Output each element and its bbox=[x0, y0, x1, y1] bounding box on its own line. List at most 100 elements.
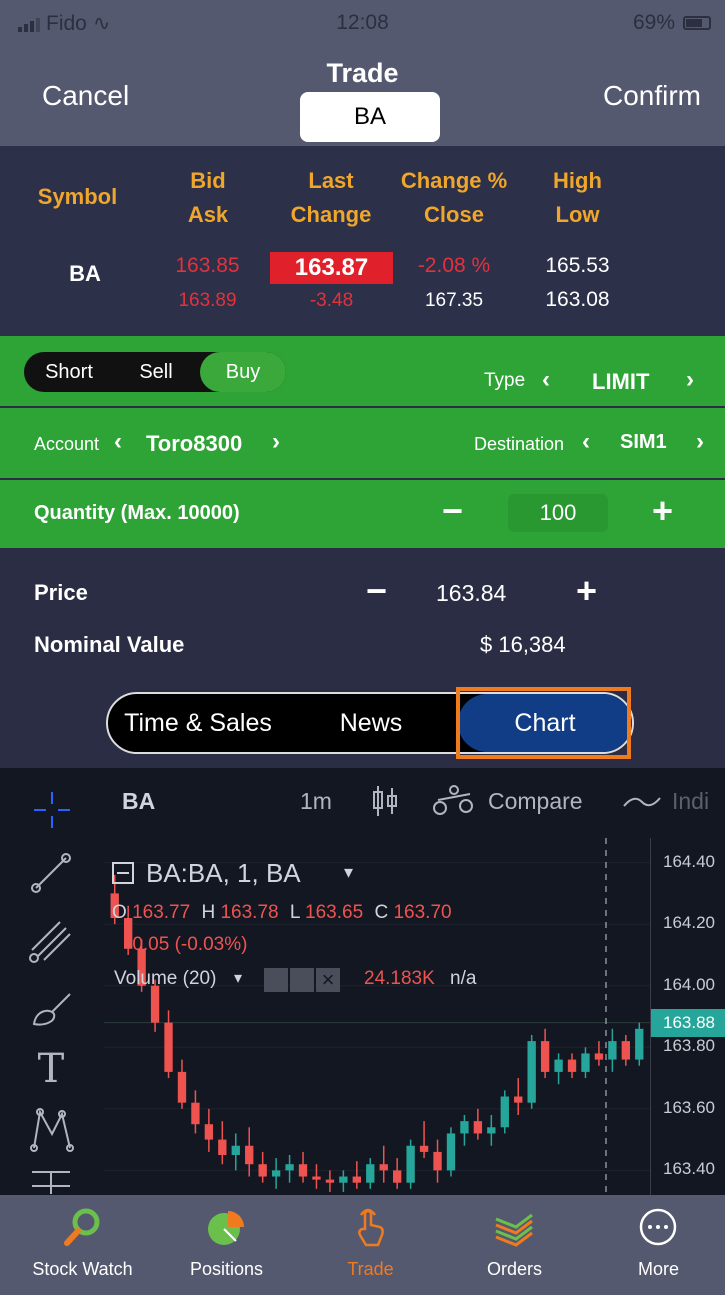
candle-body bbox=[406, 1145, 415, 1183]
candle-body bbox=[460, 1121, 469, 1134]
candle-body bbox=[164, 1022, 173, 1072]
account-value[interactable]: Toro8300 bbox=[146, 431, 242, 457]
price-label: Price bbox=[34, 580, 88, 605]
candle-body bbox=[258, 1164, 267, 1177]
measure-tool-icon[interactable] bbox=[26, 1164, 76, 1195]
low-label: L bbox=[289, 902, 300, 923]
nominal-label: Nominal Value bbox=[34, 632, 185, 657]
candle-body bbox=[487, 1127, 496, 1134]
side-sell[interactable]: Sell bbox=[114, 352, 198, 392]
nav-stock-watch[interactable]: Stock Watch bbox=[10, 1195, 155, 1295]
indicators-button[interactable]: Indi bbox=[672, 788, 709, 815]
volume-visibility-icon[interactable] bbox=[264, 968, 288, 992]
nav-label-positions: Positions bbox=[189, 1259, 264, 1279]
chart-widget: BA 1m Compare Indi T BA:BA, 1, BA ▾ O 16… bbox=[0, 768, 725, 1195]
axis-tick-label: 164.20 bbox=[663, 913, 715, 933]
candle-body bbox=[473, 1121, 483, 1134]
candle-body bbox=[312, 1176, 321, 1180]
type-prev-chevron-icon[interactable]: ‹ bbox=[542, 366, 550, 394]
header-symbol: Symbol bbox=[37, 184, 118, 209]
confirm-button[interactable]: Confirm bbox=[603, 80, 701, 112]
account-next-chevron-icon[interactable]: › bbox=[272, 428, 280, 456]
header-high: High bbox=[553, 168, 602, 193]
nav-trade[interactable]: Trade bbox=[298, 1195, 443, 1295]
low-value: 163.08 bbox=[545, 288, 610, 311]
volume-remove-icon[interactable]: × bbox=[316, 968, 340, 992]
quantity-minus-button[interactable]: − bbox=[442, 490, 463, 532]
pattern-tool-icon[interactable] bbox=[26, 1104, 76, 1154]
account-destination-row: Account ‹ Toro8300 › Destination ‹ SIM1 … bbox=[0, 408, 725, 478]
drawing-toolbar: T bbox=[0, 838, 104, 1195]
candle-type-icon[interactable] bbox=[370, 784, 400, 818]
change-line: -0.05 (-0.03%) bbox=[126, 934, 248, 955]
header: Cancel Trade BA Confirm bbox=[0, 44, 725, 146]
quantity-plus-button[interactable]: + bbox=[652, 490, 673, 532]
quote-symbol: BA bbox=[69, 261, 101, 286]
chart-title[interactable]: BA:BA, 1, BA bbox=[146, 858, 301, 889]
account-prev-chevron-icon[interactable]: ‹ bbox=[114, 428, 122, 456]
fib-tool-icon[interactable] bbox=[26, 916, 76, 966]
compare-button[interactable]: Compare bbox=[488, 788, 583, 815]
chart-symbol[interactable]: BA bbox=[122, 788, 155, 815]
account-label: Account bbox=[34, 434, 100, 454]
side-type-row: Short Sell Buy Type ‹ LIMIT › bbox=[0, 336, 725, 406]
open-value: 163.77 bbox=[132, 902, 191, 923]
compare-icon[interactable] bbox=[432, 784, 476, 818]
side-buy[interactable]: Buy bbox=[200, 352, 286, 392]
chart-title-dropdown-icon[interactable]: ▾ bbox=[344, 862, 353, 883]
candle-body bbox=[393, 1170, 402, 1183]
type-next-chevron-icon[interactable]: › bbox=[686, 366, 694, 394]
brush-icon[interactable] bbox=[26, 984, 76, 1034]
price-axis[interactable]: 163.40 163.60 163.80 164.00 164.20 164.40 163… bbox=[650, 838, 725, 1195]
tab-news[interactable]: News bbox=[288, 694, 454, 752]
type-value[interactable]: LIMIT bbox=[592, 369, 649, 395]
tap-hand-icon bbox=[350, 1207, 390, 1247]
nav-label-stock-watch: Stock Watch bbox=[32, 1259, 133, 1279]
text-tool-icon[interactable]: T bbox=[26, 1044, 76, 1094]
candle-body bbox=[271, 1170, 281, 1177]
crosshair-icon[interactable] bbox=[32, 790, 72, 830]
magnifier-icon bbox=[62, 1207, 102, 1247]
header-change-pct: Change % bbox=[400, 168, 508, 193]
price-minus-button[interactable]: − bbox=[366, 570, 387, 612]
volume-dropdown-icon[interactable]: ▾ bbox=[234, 968, 242, 988]
bid-value: 163.85 bbox=[175, 254, 240, 277]
nav-positions[interactable]: Positions bbox=[154, 1195, 299, 1295]
price-input[interactable]: 163.84 bbox=[436, 580, 506, 607]
chart-legend: BA:BA, 1, BA ▾ O 163.77 H 163.78 L 163.6… bbox=[112, 858, 632, 998]
change-value: -3.48 bbox=[309, 290, 354, 311]
axis-tick-label: 163.40 bbox=[663, 1159, 715, 1179]
stack-icon bbox=[494, 1207, 534, 1247]
price-plus-button[interactable]: + bbox=[576, 570, 597, 612]
quote-table: Symbol Bid Ask Last Change Change % Clos… bbox=[0, 146, 725, 336]
nav-orders[interactable]: Orders bbox=[442, 1195, 587, 1295]
candle-body bbox=[366, 1164, 375, 1183]
indicators-icon[interactable] bbox=[622, 790, 662, 814]
nav-label-trade: Trade bbox=[347, 1259, 394, 1279]
tab-time-sales[interactable]: Time & Sales bbox=[108, 694, 288, 752]
collapse-legend-icon[interactable] bbox=[112, 862, 134, 884]
quantity-input[interactable]: 100 bbox=[508, 494, 608, 532]
trend-line-icon[interactable] bbox=[26, 848, 76, 898]
side-short[interactable]: Short bbox=[26, 352, 112, 392]
more-icon bbox=[638, 1207, 678, 1247]
header-ask: Ask bbox=[187, 202, 229, 227]
interval-button[interactable]: 1m bbox=[300, 788, 332, 815]
low-value: 163.65 bbox=[305, 902, 364, 923]
symbol-input[interactable]: BA bbox=[300, 92, 440, 142]
volume-value: 24.183K bbox=[364, 968, 435, 989]
axis-tick-label: 163.80 bbox=[663, 1036, 715, 1056]
candle-body bbox=[339, 1176, 348, 1183]
candle-body bbox=[446, 1133, 456, 1171]
side-selector: Short Sell Buy bbox=[24, 352, 286, 392]
nav-more[interactable]: More bbox=[586, 1195, 725, 1295]
destination-prev-chevron-icon[interactable]: ‹ bbox=[582, 428, 590, 456]
header-last: Last bbox=[308, 168, 354, 193]
volume-settings-icon[interactable] bbox=[290, 968, 314, 992]
open-label: O bbox=[112, 902, 127, 923]
nav-label-more: More bbox=[637, 1259, 679, 1279]
destination-next-chevron-icon[interactable]: › bbox=[696, 428, 704, 456]
candle-body bbox=[325, 1179, 335, 1183]
destination-value[interactable]: SIM1 bbox=[620, 431, 667, 454]
candle-body bbox=[527, 1041, 536, 1103]
